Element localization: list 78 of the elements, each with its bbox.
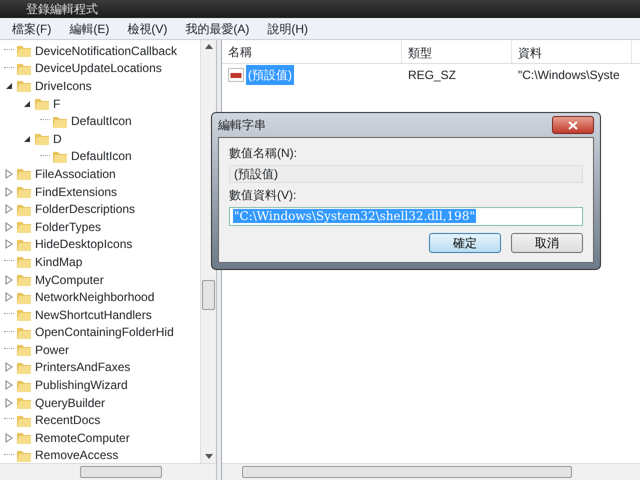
column-header[interactable]: 資料: [512, 40, 632, 63]
scroll-thumb[interactable]: [202, 280, 215, 310]
tree-item[interactable]: KindMap: [35, 252, 82, 271]
expanded-icon[interactable]: [22, 98, 32, 109]
tree-item[interactable]: RecentDocs: [35, 411, 100, 430]
tree-item[interactable]: RemoteComputer: [35, 428, 130, 447]
scroll-thumb[interactable]: [242, 466, 572, 478]
scroll-thumb[interactable]: [80, 466, 162, 478]
tree-item[interactable]: F: [53, 94, 60, 113]
tree-item[interactable]: NetworkNeighborhood: [35, 288, 154, 306]
scroll-down-icon[interactable]: [205, 454, 213, 459]
column-header[interactable]: 名稱: [222, 40, 402, 63]
expanded-icon[interactable]: [22, 134, 32, 144]
tree-item[interactable]: FolderTypes: [35, 218, 102, 236]
dialog-button[interactable]: 取消: [511, 233, 583, 253]
window-title: 登錄編輯程式: [0, 0, 640, 18]
tree-item[interactable]: PublishingWizard: [35, 376, 128, 394]
folder-icon: [34, 96, 50, 112]
folder-icon: [16, 254, 32, 270]
folder-icon: [16, 307, 32, 322]
string-value-icon: [228, 68, 244, 82]
tree-item[interactable]: FolderDescriptions: [35, 200, 136, 218]
collapsed-icon[interactable]: [4, 380, 14, 390]
scroll-up-icon[interactable]: [205, 44, 213, 49]
expanded-icon[interactable]: [4, 80, 14, 91]
horizontal-scrollbar[interactable]: [222, 463, 640, 480]
collapsed-icon[interactable]: [4, 362, 14, 372]
dialog-button[interactable]: 確定: [429, 233, 501, 253]
folder-icon: [16, 219, 32, 234]
folder-icon: [16, 78, 32, 94]
collapsed-icon[interactable]: [4, 398, 14, 408]
tree-item[interactable]: Power: [35, 340, 70, 359]
tree-item[interactable]: DriveIcons: [35, 76, 92, 95]
close-button[interactable]: [552, 116, 594, 134]
horizontal-scrollbar[interactable]: [0, 463, 216, 480]
folder-icon: [16, 430, 32, 446]
tree-item[interactable]: DeviceUpdateLocations: [35, 59, 162, 78]
table-cell-text: "C:\Windows\Syste: [517, 67, 621, 84]
tree-item[interactable]: HideDesktopIcons: [35, 235, 132, 254]
folder-icon: [16, 395, 32, 410]
menu-item[interactable]: 我的最愛(A): [177, 20, 258, 38]
menu-item[interactable]: 檢視(V): [119, 20, 176, 38]
collapsed-icon[interactable]: [4, 239, 14, 250]
tree-item[interactable]: D: [53, 130, 62, 148]
collapsed-icon[interactable]: [4, 186, 14, 197]
menu-item[interactable]: 編輯(E): [61, 20, 118, 38]
table-cell-text: REG_SZ: [407, 67, 458, 84]
close-icon[interactable]: [568, 120, 578, 130]
tree-item[interactable]: PrintersAndFaxes: [35, 358, 130, 376]
folder-icon: [16, 43, 32, 58]
collapsed-icon[interactable]: [4, 168, 14, 179]
column-header[interactable]: 類型: [402, 40, 512, 63]
collapsed-icon[interactable]: [4, 222, 14, 232]
tree-item[interactable]: MyComputer: [35, 270, 104, 289]
tree-item[interactable]: NewShortcutHandlers: [35, 306, 152, 324]
menu-item[interactable]: 說明(H): [259, 20, 316, 38]
menu-item[interactable]: 檔案(F): [4, 20, 60, 38]
tree-item[interactable]: DefaultIcon: [71, 112, 132, 130]
collapsed-icon[interactable]: [4, 292, 14, 302]
collapsed-icon[interactable]: [4, 274, 14, 285]
field-label: 數值資料(V):: [229, 187, 298, 204]
tree-item[interactable]: OpenContainingFolderHid: [35, 323, 174, 342]
tree-item[interactable]: RemoveAccess: [35, 446, 118, 463]
folder-icon: [16, 166, 32, 182]
tree-item[interactable]: FindExtensions: [35, 182, 118, 201]
tree-item[interactable]: DeviceNotificationCallback: [35, 42, 178, 60]
tree-item[interactable]: QueryBuilder: [35, 394, 106, 412]
tree-item[interactable]: FileAssociation: [35, 164, 116, 183]
folder-icon: [16, 184, 32, 200]
folder-icon: [34, 131, 50, 146]
tree-item[interactable]: DefaultIcon: [71, 147, 132, 166]
field-label: 數值名稱(N):: [229, 145, 298, 162]
collapsed-icon[interactable]: [4, 432, 14, 443]
folder-icon: [16, 342, 32, 358]
dialog-title: 編輯字串: [218, 117, 266, 134]
folder-icon: [16, 272, 32, 288]
value-name-field[interactable]: (預設值): [229, 165, 583, 183]
collapsed-icon[interactable]: [4, 204, 14, 214]
